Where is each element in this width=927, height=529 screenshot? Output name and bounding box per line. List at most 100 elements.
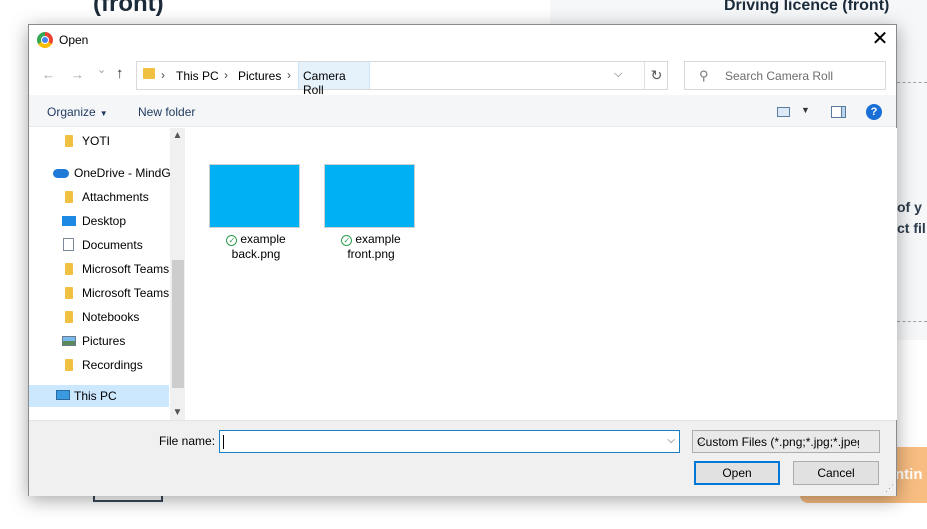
file-name-dropdown-icon[interactable]: ⌵ [667,435,675,446]
sidebar-item-attachments[interactable]: Attachments [29,186,185,208]
footer-bar: File name: ⌵ Custom Files (*.png;*.jpg;*… [29,420,896,496]
chrome-icon [37,32,53,48]
folder-icon [65,191,73,203]
dialog-title: Open [59,33,89,47]
sidebar-item-recordings[interactable]: Recordings [29,354,185,376]
breadcrumb-camera-roll-label: Camera Roll [303,69,346,97]
folder-icon [65,135,73,147]
background-divider [897,321,927,322]
address-bar[interactable]: › This PC › Pictures › Camera Roll ⌵ ↻ [136,61,668,97]
documents-icon [63,238,74,251]
recent-locations-icon[interactable]: ⌄ [97,63,106,76]
sidebar-item-microsoft-teams[interactable]: Microsoft Teams [29,258,185,280]
title-bar: Open ✕ [29,25,896,55]
file-name: ✓ example back.png [206,232,306,262]
sidebar-item-label: OneDrive - MindG [74,166,171,180]
sidebar-item-this-pc[interactable]: This PC [29,385,169,407]
sidebar-item-pictures[interactable]: Pictures [29,330,185,352]
sidebar-item-microsoft-teams-2[interactable]: Microsoft Teams [29,282,185,304]
file-name-line1: example [240,232,286,246]
file-type-select[interactable]: Custom Files (*.png;*.jpg;*.jpeg ⌵ [692,430,880,453]
sidebar-item-label: Attachments [82,190,149,204]
background-heading: (front) [93,0,164,17]
folder-icon [65,263,73,275]
scroll-down-icon[interactable]: ▼ [170,407,185,418]
sidebar-item-label: Pictures [82,334,126,348]
onedrive-cloud-icon [53,169,69,178]
folder-icon [65,287,73,299]
help-icon[interactable]: ? [866,104,882,120]
forward-arrow-icon[interactable]: → [71,67,84,82]
navigation-pane: YOTI OneDrive - MindG Attachments Deskto… [29,128,185,420]
image-thumbnail [324,164,415,228]
back-arrow-icon[interactable]: ← [42,67,55,82]
folder-icon [65,311,73,323]
background-panel-title: Driving licence (front) [724,0,890,14]
caret-down-icon: ▼ [99,109,108,118]
sidebar-item-desktop[interactable]: Desktop [29,210,185,232]
file-list: ✓ example back.png ✓ example front.png [186,128,897,420]
sidebar-item-label: YOTI [82,134,111,148]
preview-pane-icon[interactable] [831,106,846,118]
file-name-line2: back.png [231,247,281,261]
sidebar-item-documents[interactable]: Documents [29,234,185,256]
cancel-button[interactable]: Cancel [793,461,879,485]
command-toolbar: Organize ▼ New folder ▼ ? [29,95,896,127]
breadcrumb-pictures[interactable]: Pictures [238,69,281,83]
file-name-input[interactable]: ⌵ [219,430,680,453]
scroll-up-icon[interactable]: ▲ [170,130,185,141]
search-placeholder: Search Camera Roll [725,69,834,83]
breadcrumb-separator: › [287,68,291,82]
sidebar-item-notebooks[interactable]: Notebooks [29,306,185,328]
sidebar-item-label: This PC [74,389,117,403]
organize-button[interactable]: Organize ▼ [47,105,108,119]
sidebar-item-onedrive[interactable]: OneDrive - MindG [29,162,185,184]
image-thumbnail [209,164,300,228]
view-options-caret-icon[interactable]: ▼ [801,105,810,115]
sync-status-icon: ✓ [341,235,353,246]
background-divider [897,82,927,83]
file-name-line2: front.png [347,247,395,261]
close-button[interactable]: ✕ [864,25,896,55]
background-text: of y [897,199,922,215]
file-name-line1: example [355,232,401,246]
scrollbar-thumb[interactable] [172,260,184,388]
open-file-dialog: Open ✕ ← → ⌄ ↑ › This PC › Pictures › Ca… [28,24,897,496]
sidebar-scrollbar[interactable]: ▲ ▼ [170,128,185,420]
search-box[interactable]: ⚲ Search Camera Roll [684,61,886,90]
resize-grip-icon[interactable]: ⋰ [885,483,894,494]
sidebar-item-label: Microsoft Teams [82,286,170,300]
background-continue-label: ntin [895,466,923,483]
refresh-icon[interactable]: ↻ [644,62,668,89]
change-view-icon[interactable] [777,107,790,117]
up-arrow-icon[interactable]: ↑ [116,65,124,82]
background-text: ct fil [897,220,926,236]
address-dropdown-icon[interactable]: ⌵ [614,68,622,81]
folder-icon [65,359,73,371]
computer-icon [56,390,70,400]
desktop-icon [62,216,76,226]
sidebar-item-label: Microsoft Teams [82,262,170,276]
file-name-label: File name: [159,434,216,448]
sidebar-item-yoti[interactable]: YOTI [29,130,185,152]
sidebar-item-label: Notebooks [82,310,140,324]
folder-icon [143,68,155,79]
sidebar-item-label: Recordings [82,358,143,372]
new-folder-button[interactable]: New folder [138,105,195,119]
file-name: ✓ example front.png [321,232,421,262]
text-caret [223,435,224,449]
chevron-down-icon: ⌵ [697,436,705,447]
breadcrumb-separator: › [224,68,228,82]
sync-status-icon: ✓ [226,235,238,246]
breadcrumb-separator: › [161,68,165,82]
background-box [93,496,163,502]
sidebar-item-label: Desktop [82,214,127,228]
search-icon: ⚲ [699,68,709,83]
breadcrumb-this-pc[interactable]: This PC [176,69,219,83]
sidebar-item-label: Documents [82,238,143,252]
breadcrumb-camera-roll[interactable]: Camera Roll [298,62,370,97]
organize-label: Organize [47,105,96,119]
navigation-bar: ← → ⌄ ↑ › This PC › Pictures › Camera Ro… [29,55,896,97]
open-button[interactable]: Open [694,461,780,485]
pictures-icon [62,336,76,346]
